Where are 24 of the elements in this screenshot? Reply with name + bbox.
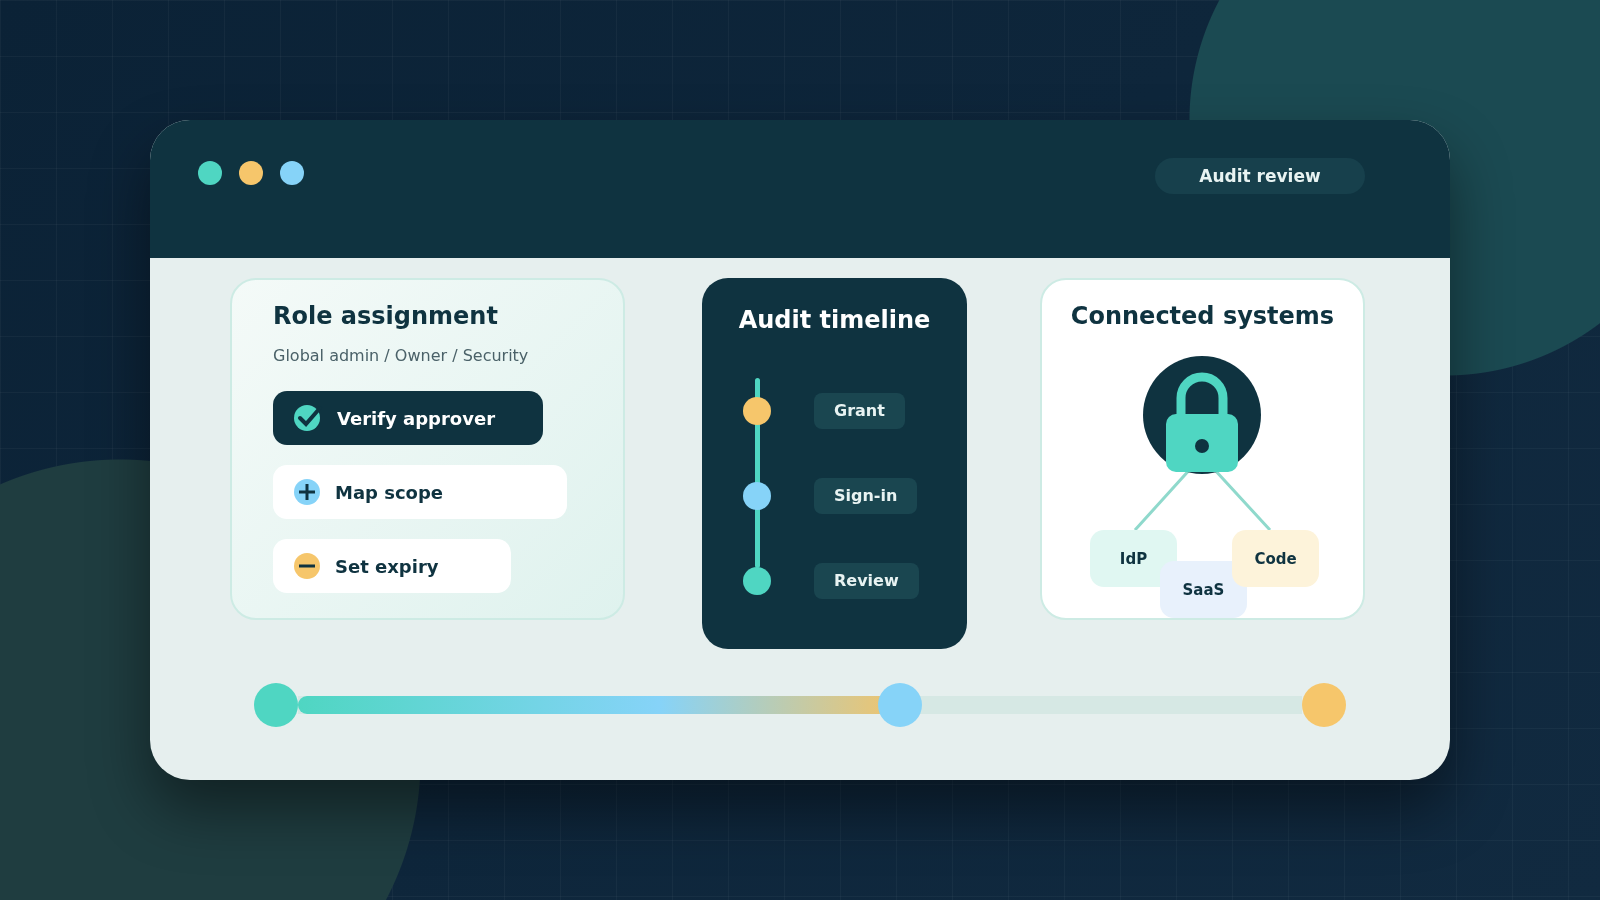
status-badge: Audit review [1155,158,1365,194]
window-dot[interactable] [280,161,304,185]
start-marker [254,683,298,727]
card-title: Connected systems [1070,302,1335,330]
plus-icon [293,478,321,506]
window-dot[interactable] [239,161,263,185]
system-node[interactable]: SaaS [1160,561,1247,618]
role-path: Global admin / Owner / Security [273,346,530,365]
action-button[interactable]: Map scope [273,465,567,519]
card-title: Audit timeline [738,306,931,334]
window-dot[interactable] [198,161,222,185]
padlock-icon [1143,356,1261,474]
check-icon [293,403,323,433]
end-marker [1302,683,1346,727]
action-button[interactable]: Verify approver [273,391,543,445]
action-button[interactable]: Set expiry [273,539,511,593]
event-tag[interactable]: Sign-in [814,477,918,514]
event-tag[interactable]: Grant [814,392,905,429]
system-node[interactable]: Code [1232,530,1319,587]
system-node[interactable]: IdP [1090,530,1177,587]
card-title: Role assignment [273,302,499,330]
slider-thumb[interactable] [878,683,923,727]
minus-icon [293,552,321,580]
event-tag[interactable]: Review [814,562,919,599]
